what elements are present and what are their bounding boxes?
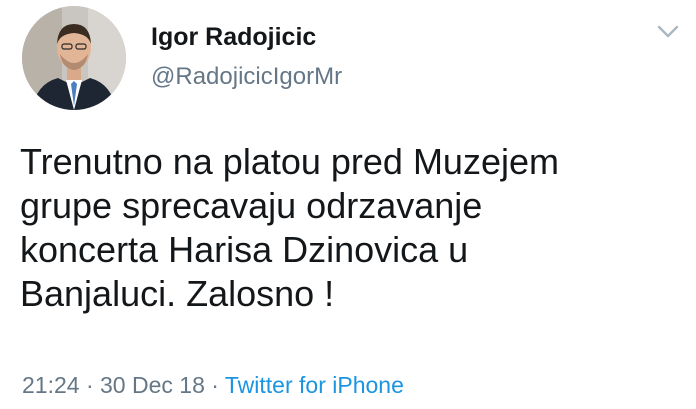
tweet-text-line: Banjaluci. Zalosno ! bbox=[20, 273, 335, 314]
author-handle[interactable]: @RadojicicIgorMr bbox=[151, 62, 342, 92]
author-display-name[interactable]: Igor Radojicic bbox=[151, 22, 316, 52]
tweet-text: Trenutno na platou pred Muzejem grupe sp… bbox=[20, 140, 685, 316]
tweet-source-link[interactable]: Twitter for iPhone bbox=[225, 372, 404, 398]
chevron-down-icon[interactable] bbox=[656, 24, 680, 40]
avatar-photo bbox=[22, 6, 126, 110]
meta-separator: · bbox=[204, 372, 225, 398]
tweet-text-line: Trenutno na platou pred Muzejem bbox=[20, 141, 559, 182]
tweet-meta: 21:24 · 30 Dec 18 · Twitter for iPhone bbox=[22, 370, 404, 400]
meta-separator: · bbox=[79, 372, 101, 398]
tweet-time[interactable]: 21:24 bbox=[22, 372, 80, 398]
tweet-text-line: grupe sprecavaju odrzavanje bbox=[20, 185, 483, 226]
avatar[interactable] bbox=[22, 6, 126, 110]
tweet-card: Igor Radojicic @RadojicicIgorMr Trenutno… bbox=[0, 0, 696, 409]
tweet-date[interactable]: 30 Dec 18 bbox=[100, 372, 205, 398]
tweet-text-line: koncerta Harisa Dzinovica u bbox=[20, 229, 469, 270]
